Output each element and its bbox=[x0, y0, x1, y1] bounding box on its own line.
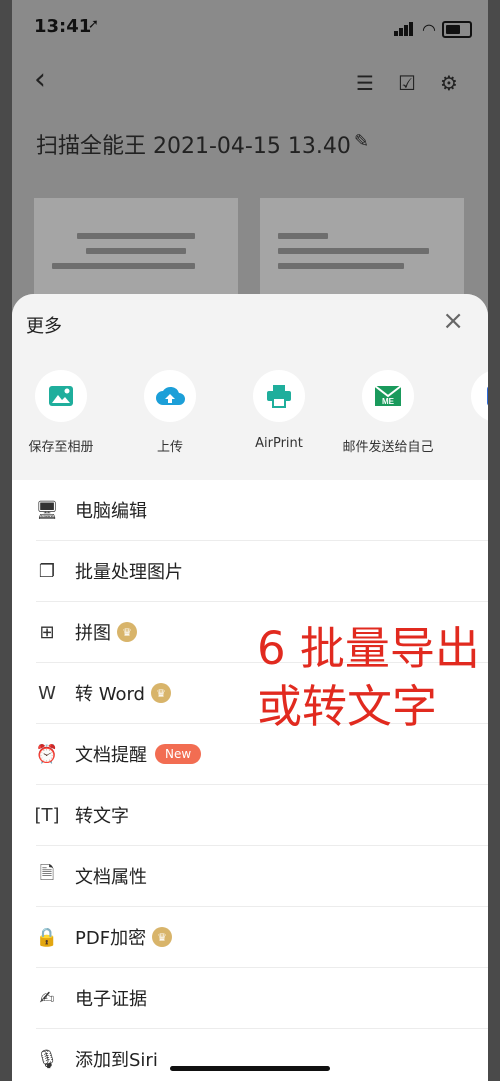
share-save-album[interactable]: 保存至相册 bbox=[12, 370, 116, 455]
sheet-title: 更多 bbox=[26, 316, 62, 337]
select-checkbox-icon[interactable]: ☑ bbox=[394, 70, 420, 96]
menu-label: 拼图 bbox=[75, 623, 111, 644]
menu-item-add-siri[interactable]: 🎙 添加到Siri bbox=[36, 1029, 488, 1081]
text-ocr-icon: [T] bbox=[34, 804, 60, 826]
wifi-icon: ◠ bbox=[422, 20, 436, 39]
svg-text:ME: ME bbox=[382, 397, 395, 406]
battery-icon bbox=[442, 21, 472, 38]
share-airprint[interactable]: AirPrint bbox=[224, 370, 334, 451]
menu-label: 电子证据 bbox=[75, 989, 147, 1010]
sort-icon[interactable]: ☰ bbox=[352, 70, 378, 96]
share-upload[interactable]: 上传 bbox=[115, 370, 225, 455]
menu-item-to-text[interactable]: [T] 转文字 bbox=[34, 785, 488, 846]
close-icon[interactable]: × bbox=[442, 308, 464, 334]
menu-label: 批量处理图片 bbox=[75, 562, 183, 583]
document-title: 扫描全能王 2021-04-15 13.40 bbox=[36, 134, 351, 159]
location-icon: ➚ bbox=[88, 17, 99, 32]
screen: 13:41 ➚ ◠ ‹ ☰ ☑ ⚙ 扫描全能王 2021-04-15 13.40… bbox=[12, 0, 488, 1081]
menu-label: 转文字 bbox=[75, 806, 129, 827]
share-email-me[interactable]: ME 邮件发送给自己 bbox=[333, 370, 443, 455]
pdf-lock-icon: 🔒 bbox=[35, 926, 59, 948]
upload-cloud-icon bbox=[144, 370, 196, 422]
word-icon: W bbox=[38, 682, 56, 704]
menu-label: 添加到Siri bbox=[75, 1050, 158, 1071]
menu-label: 文档属性 bbox=[75, 867, 147, 888]
premium-crown-icon: ♛ bbox=[151, 683, 171, 703]
menu-item-doc-properties[interactable]: 🗎 文档属性 bbox=[36, 846, 488, 907]
menu-label: PDF加密 bbox=[75, 928, 147, 949]
share-label: 保存至相册 bbox=[28, 440, 94, 455]
transfer-icon bbox=[471, 370, 488, 422]
phone-bezel-left bbox=[0, 0, 12, 1081]
sheet-header: 更多 × bbox=[12, 294, 488, 354]
status-time: 13:41 bbox=[34, 16, 92, 37]
menu-label: 电脑编辑 bbox=[75, 501, 147, 522]
doc-properties-icon: 🗎 bbox=[39, 863, 55, 884]
microphone-icon: 🎙 bbox=[35, 1048, 59, 1070]
premium-crown-icon: ♛ bbox=[152, 927, 173, 947]
edit-title-icon[interactable]: ✎ bbox=[354, 131, 369, 152]
annotation-line-2: 或转文字 bbox=[257, 680, 438, 733]
alarm-icon: ⏰ bbox=[35, 743, 59, 765]
menu-item-e-evidence[interactable]: ✍ 电子证据 bbox=[36, 968, 488, 1029]
share-label: 邮件发送给自己 bbox=[342, 440, 434, 455]
menu-item-batch-images[interactable]: ❐ 批量处理图片 bbox=[36, 541, 488, 602]
share-transfer[interactable]: 传 bbox=[442, 370, 488, 455]
settings-gear-icon[interactable]: ⚙ bbox=[436, 70, 462, 96]
annotation-line-1: 6 批量导出 bbox=[257, 622, 480, 675]
red-annotation: 6 批量导出 或转文字 bbox=[257, 620, 480, 736]
share-label: 上传 bbox=[156, 440, 183, 455]
share-row: 保存至相册 上传 AirPrint ME 邮件发送给自己 bbox=[12, 354, 488, 480]
status-bar: 13:41 ➚ ◠ bbox=[12, 0, 488, 44]
email-me-icon: ME bbox=[362, 370, 414, 422]
save-to-album-icon bbox=[35, 370, 87, 422]
batch-images-icon: ❐ bbox=[38, 560, 56, 582]
share-label: 传 bbox=[442, 436, 488, 455]
new-badge: New bbox=[155, 744, 202, 764]
phone-bezel-right bbox=[488, 0, 500, 1081]
page-thumbnail-2[interactable] bbox=[260, 198, 464, 298]
evidence-stamp-icon: ✍ bbox=[39, 987, 55, 1009]
menu-item-pdf-encrypt[interactable]: 🔒 PDF加密 ♛ bbox=[36, 907, 488, 968]
puzzle-icon: ⊞ bbox=[39, 621, 55, 643]
home-indicator[interactable] bbox=[170, 1066, 330, 1071]
back-icon[interactable]: ‹ bbox=[34, 62, 46, 97]
share-label: AirPrint bbox=[255, 436, 303, 451]
signal-icon bbox=[394, 22, 416, 36]
menu-label: 文档提醒 bbox=[75, 745, 147, 766]
menu-item-desktop-edit[interactable]: 🖥 电脑编辑 bbox=[36, 480, 488, 541]
nav-actions: ☰ ☑ ⚙ bbox=[352, 70, 462, 96]
more-menu-list: 🖥 电脑编辑 ❐ 批量处理图片 ⊞ 拼图 ♛ W 转 Word ♛ ⏰ 文档提醒… bbox=[12, 480, 488, 1081]
page-thumbnail-1[interactable] bbox=[34, 198, 238, 298]
desktop-icon: 🖥 bbox=[35, 499, 59, 521]
menu-label: 转 Word bbox=[75, 684, 145, 705]
premium-crown-icon: ♛ bbox=[117, 622, 137, 642]
printer-icon bbox=[253, 370, 305, 422]
